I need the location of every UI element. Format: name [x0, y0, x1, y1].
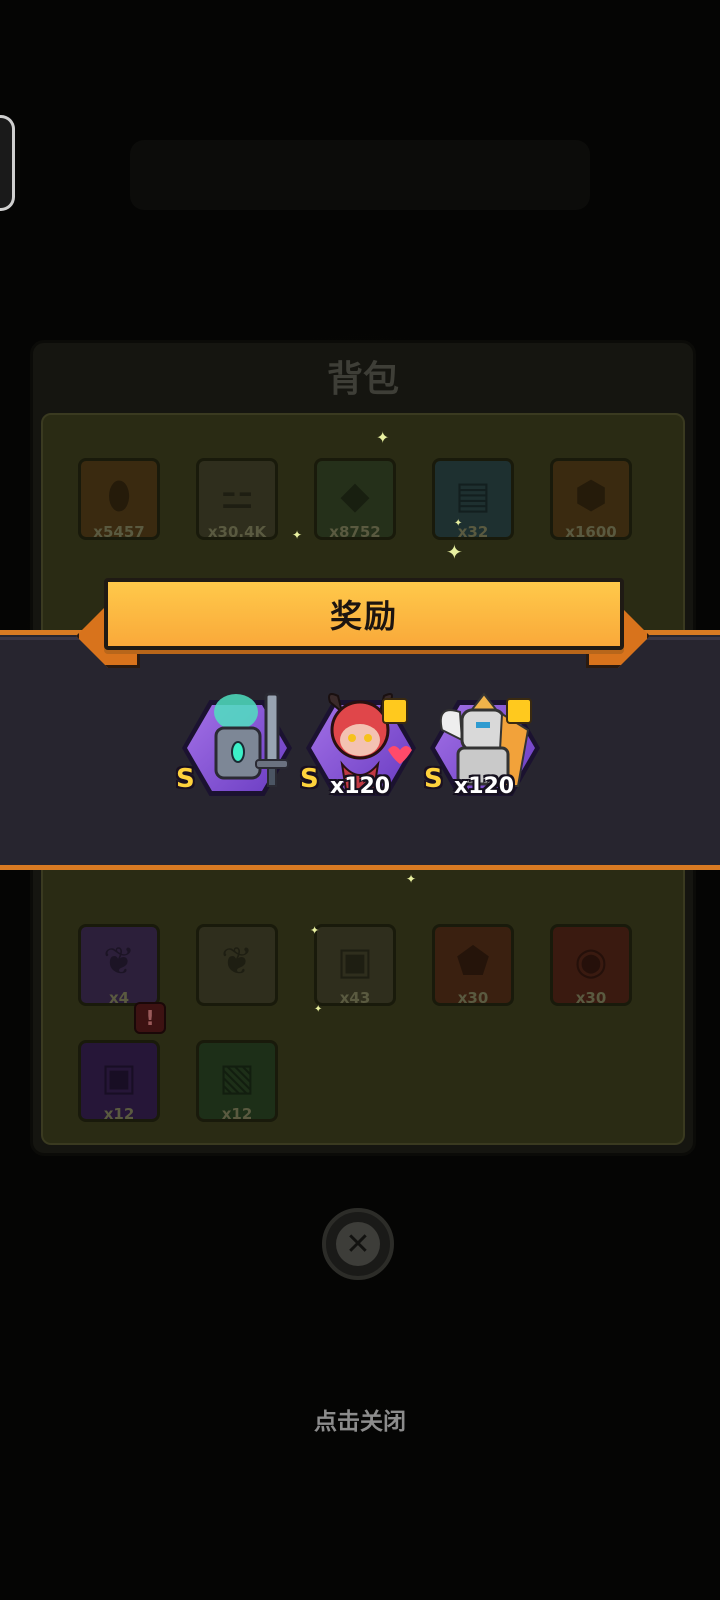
bone-icon: ⚍: [219, 473, 255, 517]
sparkle-icon: ✦: [454, 518, 463, 529]
scroll-icon: ▤: [455, 473, 491, 517]
inventory-slot[interactable]: ⬢ x1600: [550, 458, 632, 541]
inventory-slot[interactable]: ▧ x12: [196, 1040, 278, 1123]
slot-quantity: x30.4K: [207, 523, 267, 541]
feather-icon: ❦: [103, 939, 135, 983]
side-tab[interactable]: [0, 115, 15, 211]
sparkle-icon: ✦: [314, 1004, 323, 1015]
reward-count: x120: [454, 774, 515, 799]
sparkle-icon: ✦: [310, 924, 320, 937]
slot-quantity: x5457: [93, 523, 145, 541]
ticket-icon: ▧: [219, 1055, 255, 1099]
inventory-slot[interactable]: ▣ x12: [78, 1040, 160, 1123]
slot-quantity: x12: [103, 1105, 135, 1123]
slot-quantity: x12: [221, 1105, 253, 1123]
close-button[interactable]: ✕: [322, 1208, 394, 1280]
slot-quantity: x43: [339, 989, 371, 1007]
tap-to-close-hint[interactable]: 点击关闭: [0, 1402, 720, 1436]
reward-ribbon: 奖励: [104, 578, 624, 650]
inventory-slot[interactable]: ⬟ x30: [432, 924, 514, 1007]
close-icon: ✕: [336, 1222, 380, 1266]
knight-armor-icon: [214, 692, 289, 787]
chest-icon: ▣: [337, 939, 373, 983]
sparkle-icon: ✦: [406, 872, 417, 886]
grade-label: S: [176, 764, 195, 794]
egg-icon: ⬮: [107, 473, 131, 517]
puzzle-piece-icon: [506, 698, 532, 724]
alert-badge: !: [134, 1002, 166, 1034]
reward-title: 奖励: [329, 597, 398, 635]
slot-quantity: x32: [457, 523, 489, 541]
sparkle-icon: ✦: [292, 528, 303, 542]
stone-icon: ◆: [340, 473, 370, 517]
inventory-slot[interactable]: ❦: [196, 924, 278, 1006]
grade-label: S: [424, 764, 443, 794]
puzzle-piece-icon: [382, 698, 408, 724]
sparkle-icon: ✦: [376, 428, 390, 447]
inventory-slot[interactable]: ⚍ x30.4K: [196, 458, 278, 541]
portrait-badge-icon: ◉: [574, 939, 608, 983]
grade-label: S: [300, 764, 319, 794]
reward-item-demon[interactable]: S x120: [300, 690, 422, 812]
background-title-bar: [130, 140, 590, 210]
shield-badge-icon: ⬟: [456, 939, 490, 983]
medal-icon: ⬢: [574, 473, 608, 517]
feather-icon: ❦: [221, 939, 253, 983]
slot-quantity: x30: [457, 989, 489, 1007]
reward-item-winged-knight[interactable]: S x120: [424, 690, 546, 812]
inventory-slot[interactable]: ❦ x4: [78, 924, 160, 1007]
inventory-slot[interactable]: ▣ x43: [314, 924, 396, 1007]
reward-item-armor[interactable]: S: [176, 690, 298, 812]
inventory-slot[interactable]: ◉ x30: [550, 924, 632, 1007]
backpack-title: 背包: [326, 359, 399, 400]
slot-quantity: x1600: [565, 523, 617, 541]
purple-chest-icon: ▣: [101, 1055, 137, 1099]
inventory-slot[interactable]: ◆ x8752: [314, 458, 396, 541]
inventory-slot[interactable]: ⬮ x5457: [78, 458, 160, 541]
reward-count: x120: [330, 774, 391, 799]
slot-quantity: x30: [575, 989, 607, 1007]
inventory-slot[interactable]: ▤ x32: [432, 458, 514, 541]
sparkle-icon: ✦: [446, 540, 463, 564]
slot-quantity: x8752: [329, 523, 381, 541]
